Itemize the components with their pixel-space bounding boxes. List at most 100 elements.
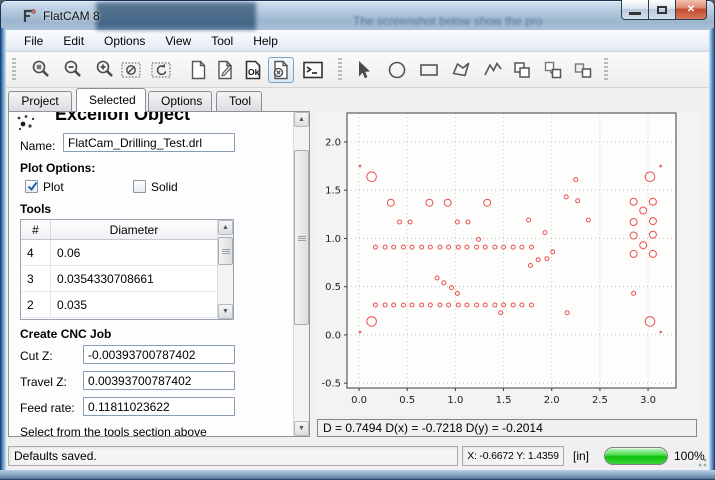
name-label: Name: <box>20 139 55 153</box>
table-header-number[interactable]: # <box>21 220 51 239</box>
app-icon <box>21 8 37 24</box>
measurement-box: D = 0.7494 D(x) = -0.7218 D(y) = -0.2014 <box>317 419 697 437</box>
travel-z-label: Travel Z: <box>20 375 67 389</box>
shell-icon[interactable] <box>300 57 326 83</box>
tools-table-scrollbar[interactable]: ▲ ▼ <box>217 220 233 319</box>
edit-file-icon[interactable] <box>212 57 238 83</box>
tools-table-body: 40.0630.035433070866120.035 <box>21 240 217 318</box>
menu-edit[interactable]: Edit <box>53 32 94 50</box>
tools-table[interactable]: #Diameter 40.0630.035433070866120.035 ▲ … <box>20 219 234 320</box>
status-message: Defaults saved. <box>14 449 97 463</box>
minimize-icon <box>629 12 641 15</box>
svg-text:1.5: 1.5 <box>325 186 341 197</box>
svg-text:Ok: Ok <box>248 67 260 77</box>
table-header-diameter[interactable]: Diameter <box>51 220 217 239</box>
statusbar: Defaults saved. X: -0.6672 Y: 1.4359 [in… <box>6 441 709 471</box>
menu-view[interactable]: View <box>155 32 201 50</box>
solid-checkbox[interactable] <box>133 180 146 193</box>
solid-checkbox-label: Solid <box>151 180 178 194</box>
window-border-left <box>0 28 6 470</box>
replot-icon[interactable] <box>148 57 174 83</box>
window-border-right <box>709 28 715 470</box>
tools-table-scroll-thumb[interactable] <box>218 237 233 265</box>
select-tool-icon[interactable] <box>350 57 376 83</box>
zoom-fit-icon[interactable] <box>28 57 54 83</box>
table-row[interactable]: 20.035 <box>21 292 217 318</box>
svg-text:0.5: 0.5 <box>325 282 341 293</box>
svg-text:0.0: 0.0 <box>325 330 341 341</box>
rectangle-tool-icon[interactable] <box>416 57 442 83</box>
panel-scrollbar[interactable]: ▲ ▼ <box>293 112 309 436</box>
coordinates-box: X: -0.6672 Y: 1.4359 <box>462 446 564 466</box>
cnc-job-label: Create CNC Job <box>20 327 111 341</box>
excellon-object-panel: Excellon Object Name: Plot Options: Plot… <box>9 112 293 436</box>
circle-tool-icon[interactable] <box>384 57 410 83</box>
delete-object-icon[interactable] <box>268 57 294 83</box>
status-message-box: Defaults saved. <box>8 446 458 466</box>
accept-object-icon[interactable]: Ok <box>240 57 266 83</box>
table-cell[interactable]: 4 <box>21 240 51 265</box>
menu-help[interactable]: Help <box>243 32 288 50</box>
name-input[interactable] <box>63 133 235 152</box>
clear-plot-icon[interactable] <box>118 57 144 83</box>
toolbar-grip[interactable] <box>338 58 342 82</box>
polygon-tool-icon[interactable] <box>448 57 474 83</box>
cut-z-input[interactable] <box>83 345 235 364</box>
feed-rate-input[interactable] <box>83 397 235 416</box>
svg-text:0.5: 0.5 <box>399 395 415 406</box>
tab-selected[interactable]: Selected <box>76 88 146 112</box>
scroll-up-icon[interactable]: ▲ <box>218 220 233 235</box>
scroll-up-icon[interactable]: ▲ <box>294 112 309 127</box>
feed-rate-label: Feed rate: <box>20 401 75 415</box>
menubar: FileEditOptionsViewToolHelp <box>6 30 709 52</box>
move-tool-icon[interactable] <box>540 57 566 83</box>
new-file-icon[interactable] <box>185 57 211 83</box>
paste-tool-icon[interactable] <box>570 57 596 83</box>
plot-checkbox[interactable] <box>25 180 38 193</box>
table-cell[interactable]: 3 <box>21 266 51 291</box>
travel-z-input[interactable] <box>83 371 235 390</box>
table-cell[interactable]: 0.0354330708661 <box>51 266 217 291</box>
toolbar-grip[interactable] <box>12 58 16 82</box>
tab-options[interactable]: Options <box>148 91 212 111</box>
titlebar-ghost-blob <box>96 2 256 30</box>
titlebar-ghost-text: The screenshot below show the pro <box>353 14 653 28</box>
zoom-in-icon[interactable] <box>92 57 118 83</box>
window-controls: ✕ <box>622 0 707 20</box>
svg-text:2.5: 2.5 <box>592 395 608 406</box>
toolbar-grip[interactable] <box>604 58 608 82</box>
cut-z-label: Cut Z: <box>20 349 53 363</box>
svg-text:1.0: 1.0 <box>447 395 463 406</box>
tab-tool[interactable]: Tool <box>216 91 262 111</box>
minimize-button[interactable] <box>621 0 649 20</box>
plot-canvas[interactable]: 0.00.51.01.52.02.53.0-0.50.00.51.01.52.0 <box>315 112 700 416</box>
close-button[interactable]: ✕ <box>675 0 707 20</box>
zoom-out-icon[interactable] <box>60 57 86 83</box>
coordinates-text: X: -0.6672 Y: 1.4359 <box>467 450 559 462</box>
panel-title: Excellon Object <box>55 112 190 125</box>
resize-grip-icon[interactable] <box>695 455 707 467</box>
table-cell[interactable]: 0.06 <box>51 240 217 265</box>
polyline-tool-icon[interactable] <box>480 57 506 83</box>
tools-hint: Select from the tools section above <box>20 425 207 436</box>
svg-text:0.0: 0.0 <box>351 395 367 406</box>
window-title: FlatCAM 8 <box>43 9 100 23</box>
scroll-down-icon[interactable]: ▼ <box>294 421 309 436</box>
table-cell[interactable]: 0.035 <box>51 292 217 317</box>
menu-file[interactable]: File <box>14 32 53 50</box>
tools-label: Tools <box>20 202 51 216</box>
progress-bar <box>604 447 668 465</box>
titlebar[interactable]: The screenshot below show the pro FlatCA… <box>0 0 715 30</box>
copy-tool-icon[interactable] <box>509 57 535 83</box>
maximize-button[interactable] <box>648 0 676 20</box>
window-border-bottom <box>0 470 715 480</box>
table-cell[interactable]: 2 <box>21 292 51 317</box>
scroll-down-icon[interactable]: ▼ <box>218 304 233 319</box>
menu-tool[interactable]: Tool <box>201 32 243 50</box>
menu-options[interactable]: Options <box>94 32 155 50</box>
table-row[interactable]: 30.0354330708661 <box>21 266 217 292</box>
table-row[interactable]: 40.06 <box>21 240 217 266</box>
measurement-text: D = 0.7494 D(x) = -0.7218 D(y) = -0.2014 <box>323 421 543 435</box>
panel-scroll-thumb[interactable] <box>294 150 309 325</box>
tab-project[interactable]: Project <box>8 91 72 111</box>
